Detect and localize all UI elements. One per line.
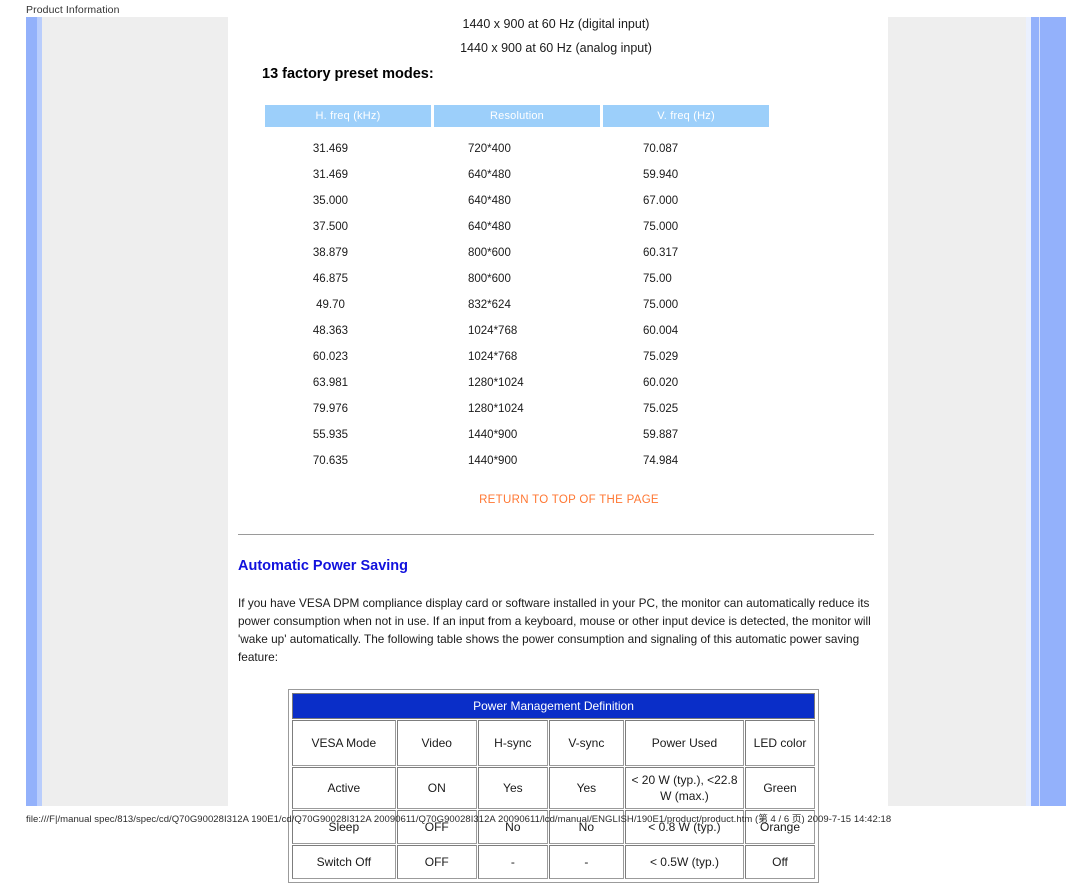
cell-vfreq: 70.087 <box>643 143 679 155</box>
cell-resolution: 1280*1024 <box>468 377 524 389</box>
table-row: 46.875 800*600 75.00 <box>265 266 769 292</box>
cell-video: ON <box>396 767 477 809</box>
column-header-resolution: Resolution <box>434 105 600 127</box>
cell-resolution: 800*600 <box>468 247 511 259</box>
table-row: Switch Off OFF - - < 0.5W (typ.) Off <box>292 845 815 879</box>
column-header-vsync: V-sync <box>548 720 624 766</box>
table-row: 38.879 800*600 60.317 <box>265 240 769 266</box>
cell-resolution: 640*480 <box>468 221 511 233</box>
cell-resolution: 640*480 <box>468 195 511 207</box>
page-header-label: Product Information <box>26 4 120 16</box>
cell-hfreq: 79.976 <box>312 403 349 415</box>
resolution-line-digital: 1440 x 900 at 60 Hz (digital input) <box>462 17 650 31</box>
right-hairline <box>1039 17 1040 806</box>
table-row: 49.70 832*624 75.000 <box>265 292 769 318</box>
table-row: 63.981 1280*1024 60.020 <box>265 370 769 396</box>
cell-hfreq: 60.023 <box>312 351 349 363</box>
cell-hfreq: 31.469 <box>312 143 349 155</box>
return-to-top-row: RETURN TO TOP OF THE PAGE <box>236 490 876 508</box>
cell-hfreq: 37.500 <box>312 221 349 233</box>
table-row: 70.635 1440*900 74.984 <box>265 448 769 474</box>
right-blue-rail <box>1031 17 1066 806</box>
table-header-row: H. freq (kHz) Resolution V. freq (Hz) <box>265 105 769 127</box>
power-management-table-wrapper: Power Management Definition VESA Mode Vi… <box>288 689 819 883</box>
cell-power-used: < 0.5W (typ.) <box>624 845 745 879</box>
cell-hfreq: 49.70 <box>316 299 345 311</box>
table-row: 60.023 1024*768 75.029 <box>265 344 769 370</box>
cell-resolution: 1440*900 <box>468 429 518 441</box>
cell-vsync: Yes <box>548 767 624 809</box>
table-row: 35.000 640*480 67.000 <box>265 188 769 214</box>
cell-resolution: 1440*900 <box>468 455 518 467</box>
cell-vesa-mode: Switch Off <box>292 845 396 879</box>
power-management-title-row: Power Management Definition <box>292 693 815 719</box>
cell-vfreq: 75.000 <box>643 221 679 233</box>
cell-vfreq: 74.984 <box>643 455 679 467</box>
cell-led-color: Off <box>745 845 815 879</box>
cell-vsync: - <box>548 845 624 879</box>
status-bar-path: file:///F|/manual spec/813/spec/cd/Q70G9… <box>26 814 892 825</box>
cell-vfreq: 60.317 <box>643 247 679 259</box>
cell-hsync: - <box>477 845 548 879</box>
cell-hfreq: 63.981 <box>312 377 349 389</box>
cell-hfreq: 31.469 <box>312 169 349 181</box>
cell-vfreq: 59.940 <box>643 169 679 181</box>
cell-vfreq: 67.000 <box>643 195 679 207</box>
table-row: 48.363 1024*768 60.004 <box>265 318 769 344</box>
cell-resolution: 720*400 <box>468 143 511 155</box>
cell-hfreq: 38.879 <box>312 247 349 259</box>
preset-modes-title: 13 factory preset modes: <box>262 66 434 82</box>
column-header-video: Video <box>396 720 477 766</box>
automatic-power-saving-heading: Automatic Power Saving <box>238 558 409 574</box>
cell-resolution: 1280*1024 <box>468 403 524 415</box>
cell-resolution: 1024*768 <box>468 325 518 337</box>
column-header-vesa-mode: VESA Mode <box>292 720 396 766</box>
resolution-line-analog: 1440 x 900 at 60 Hz (analog input) <box>460 41 652 55</box>
cell-vfreq: 60.020 <box>643 377 679 389</box>
column-header-led-color: LED color <box>745 720 815 766</box>
cell-resolution: 800*600 <box>468 273 511 285</box>
table-row: 31.469 640*480 59.940 <box>265 162 769 188</box>
document-content: 1440 x 900 at 60 Hz (digital input) 1440… <box>236 17 876 883</box>
left-grey-panel <box>42 17 228 806</box>
power-management-header-row: VESA Mode Video H-sync V-sync Power Used… <box>292 720 815 766</box>
return-to-top-link[interactable]: RETURN TO TOP OF THE PAGE <box>479 494 659 506</box>
column-header-vfreq: V. freq (Hz) <box>603 105 769 127</box>
section-divider <box>238 534 874 535</box>
cell-resolution: 640*480 <box>468 169 511 181</box>
automatic-power-saving-paragraph: If you have VESA DPM compliance display … <box>238 596 871 664</box>
factory-preset-modes-table: H. freq (kHz) Resolution V. freq (Hz) 31… <box>262 105 772 474</box>
cell-hfreq: 46.875 <box>312 273 349 285</box>
cell-vfreq: 75.025 <box>643 403 679 415</box>
power-management-title: Power Management Definition <box>292 693 815 719</box>
cell-vfreq: 75.00 <box>643 273 672 285</box>
cell-power-used: < 20 W (typ.), <22.8 W (max.) <box>624 767 745 809</box>
cell-resolution: 1024*768 <box>468 351 518 363</box>
cell-video: OFF <box>396 845 477 879</box>
cell-vfreq: 59.887 <box>643 429 679 441</box>
column-header-hsync: H-sync <box>477 720 548 766</box>
cell-hfreq: 35.000 <box>312 195 349 207</box>
cell-vfreq: 75.029 <box>643 351 679 363</box>
left-blue-rail <box>26 17 37 806</box>
table-row: 55.935 1440*900 59.887 <box>265 422 769 448</box>
cell-hfreq: 48.363 <box>312 325 349 337</box>
table-row: 31.469 720*400 70.087 <box>265 127 769 162</box>
power-management-table: Power Management Definition VESA Mode Vi… <box>291 692 816 880</box>
cell-vfreq: 60.004 <box>643 325 679 337</box>
cell-hfreq: 55.935 <box>312 429 349 441</box>
cell-vfreq: 75.000 <box>643 299 679 311</box>
cell-resolution: 832*624 <box>468 299 511 311</box>
right-grey-panel <box>888 17 1039 806</box>
table-row: 79.976 1280*1024 75.025 <box>265 396 769 422</box>
table-row: Active ON Yes Yes < 20 W (typ.), <22.8 W… <box>292 767 815 809</box>
cell-led-color: Green <box>745 767 815 809</box>
table-row: 37.500 640*480 75.000 <box>265 214 769 240</box>
column-header-power-used: Power Used <box>624 720 745 766</box>
cell-hsync: Yes <box>477 767 548 809</box>
cell-hfreq: 70.635 <box>312 455 349 467</box>
cell-vesa-mode: Active <box>292 767 396 809</box>
column-header-hfreq: H. freq (kHz) <box>265 105 431 127</box>
